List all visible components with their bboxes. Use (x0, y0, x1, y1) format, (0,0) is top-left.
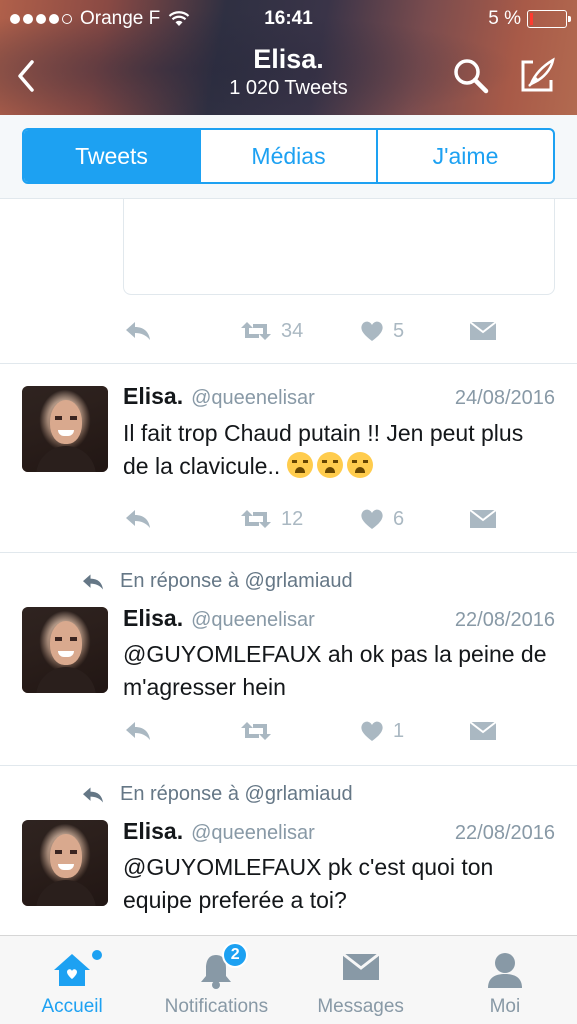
heart-icon (361, 509, 383, 529)
envelope-icon (469, 721, 497, 740)
search-icon[interactable] (451, 56, 491, 96)
tweet-author-name[interactable]: Elisa. (123, 605, 183, 632)
crying-face-emoji (346, 452, 373, 478)
tired-face-emoji (316, 452, 343, 478)
tweet-author-handle[interactable]: @queenelisar (191, 822, 315, 845)
person-icon (487, 953, 522, 988)
retweet-button[interactable]: 12 (239, 503, 303, 535)
tab-home[interactable]: Accueil (0, 936, 144, 1024)
envelope-icon (341, 952, 380, 980)
retweet-icon (241, 510, 271, 528)
tweet-actions: 12 6 (123, 503, 503, 535)
tweet-date: 22/08/2016 (454, 822, 555, 844)
notification-badge: 2 (222, 942, 249, 968)
avatar[interactable] (22, 386, 108, 472)
tweet-text: @GUYOMLEFAUX pk c'est quoi ton equipe pr… (123, 854, 494, 913)
media-card[interactable] (123, 199, 555, 295)
envelope-icon (469, 509, 497, 528)
tab-messages[interactable]: Messages (289, 936, 433, 1024)
like-count: 1 (393, 719, 405, 742)
tweet-author-handle[interactable]: @queenelisar (191, 387, 315, 410)
avatar[interactable] (22, 820, 108, 906)
tweet-actions: 34 5 (123, 315, 503, 347)
retweet-count: 34 (281, 319, 304, 342)
tired-face-emoji (286, 452, 313, 478)
tweet-text: @GUYOMLEFAUX ah ok pas la peine de m'agr… (123, 641, 547, 700)
like-count: 5 (393, 319, 405, 342)
unread-dot (92, 950, 102, 960)
reply-icon (83, 787, 103, 802)
tab-label: Moi (489, 996, 521, 1017)
like-button[interactable]: 6 (359, 503, 404, 535)
direct-message-button[interactable] (469, 503, 497, 535)
segmented-control: Tweets Médias J'aime (22, 128, 555, 184)
tweet-header: Elisa. @queenelisar 24/08/2016 (123, 383, 555, 413)
battery-percent: 5 % (488, 8, 521, 29)
reply-icon (126, 322, 150, 340)
reply-icon (126, 510, 150, 528)
retweet-button[interactable]: 34 (239, 315, 303, 347)
tab-tweets[interactable]: Tweets (24, 130, 201, 182)
retweet-button[interactable] (239, 715, 281, 747)
tweet-actions: 1 (123, 715, 503, 747)
reply-button[interactable] (123, 315, 153, 347)
like-count: 6 (393, 507, 405, 530)
tweet-text: Il fait trop Chaud putain !! Jen peut pl… (123, 420, 524, 479)
tab-me[interactable]: Moi (433, 936, 577, 1024)
tab-label: Messages (317, 996, 404, 1017)
reply-context[interactable]: En réponse à @grlamiaud (80, 570, 353, 593)
retweet-icon (241, 322, 271, 340)
tweet-date: 22/08/2016 (454, 609, 555, 631)
like-button[interactable]: 5 (359, 315, 404, 347)
tweet-header: Elisa. @queenelisar 22/08/2016 (123, 605, 555, 635)
tab-bar: Accueil 2 Notifications Messages Moi (0, 935, 577, 1024)
tweet-date: 24/08/2016 (454, 387, 555, 409)
tab-label: Notifications (164, 996, 269, 1017)
reply-button[interactable] (123, 715, 153, 747)
timeline: 34 5 Elisa. @queenelisar 24/08/2016 Il f… (0, 199, 577, 935)
profile-header: Orange F 16:41 5 % Elisa. 1 020 Tweets (0, 0, 577, 115)
tab-likes[interactable]: J'aime (378, 130, 553, 182)
direct-message-button[interactable] (469, 715, 497, 747)
compose-icon[interactable] (517, 56, 557, 96)
reply-icon (126, 722, 150, 740)
retweet-count: 12 (281, 507, 304, 530)
reply-context[interactable]: En réponse à @grlamiaud (80, 783, 353, 806)
home-icon (54, 954, 91, 986)
retweet-icon (241, 722, 271, 740)
tweet-author-handle[interactable]: @queenelisar (191, 609, 315, 632)
reply-context-text: En réponse à @grlamiaud (120, 783, 353, 805)
envelope-icon (469, 321, 497, 340)
tab-medias[interactable]: Médias (201, 130, 378, 182)
tweet-header: Elisa. @queenelisar 22/08/2016 (123, 818, 555, 848)
like-button[interactable]: 1 (359, 715, 404, 747)
reply-context-text: En réponse à @grlamiaud (120, 570, 353, 592)
reply-icon (83, 574, 103, 589)
tab-label: Accueil (41, 996, 103, 1017)
avatar[interactable] (22, 607, 108, 693)
heart-icon (361, 321, 383, 341)
status-bar: Orange F 16:41 5 % (0, 6, 577, 34)
tweet-author-name[interactable]: Elisa. (123, 383, 183, 410)
direct-message-button[interactable] (469, 315, 497, 347)
profile-tabs-bar: Tweets Médias J'aime (0, 115, 577, 199)
heart-icon (361, 721, 383, 741)
battery-icon (527, 10, 571, 28)
tab-notifications[interactable]: 2 Notifications (144, 936, 288, 1024)
tweet-author-name[interactable]: Elisa. (123, 818, 183, 845)
reply-button[interactable] (123, 503, 153, 535)
